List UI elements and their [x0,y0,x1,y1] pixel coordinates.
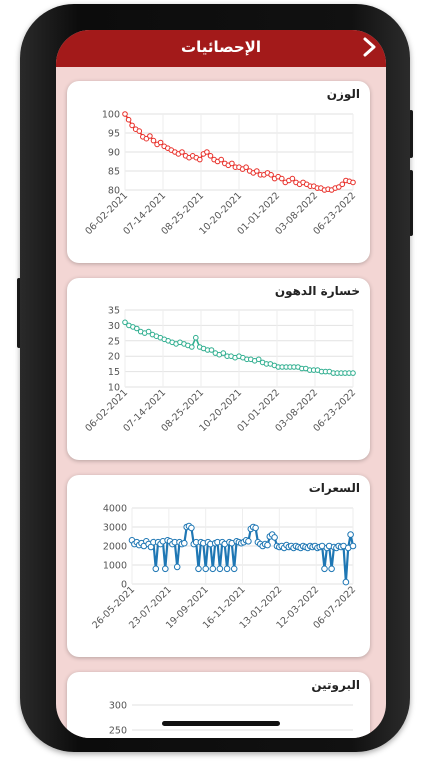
data-point [162,565,169,573]
y-tick-label: 3000 [103,523,127,534]
y-tick-label: 90 [108,148,120,159]
data-point [207,153,214,159]
data-point [125,116,132,123]
data-point [245,538,252,545]
data-point [173,563,181,571]
data-point [339,181,346,188]
home-indicator [162,721,280,726]
data-point [152,565,160,573]
data-point [195,565,202,573]
data-point [202,565,209,573]
data-point [216,565,224,573]
protein-chart-card: البروتين 200 250 300 [67,672,370,738]
protein-chart: 200250300 [109,701,353,737]
data-point [197,156,203,163]
fat-loss-chart: 10152025303506-02-202107-14-202108-25-20… [83,306,358,435]
data-point [328,565,335,573]
data-point [252,524,259,532]
y-tick-label: 300 [109,701,127,712]
data-point [189,344,195,350]
data-point [181,539,188,547]
data-point [268,172,274,178]
app-header: الإحصائيات [56,30,386,67]
y-tick-label: 35 [108,306,120,317]
data-point [223,565,231,573]
data-point [347,531,354,538]
data-point [350,179,356,186]
calories-chart: 0100020003000400026-05-202123-07-202119-… [90,504,358,632]
data-point [129,122,135,129]
y-tick-label: 25 [108,336,120,347]
data-point [157,139,164,146]
data-point [230,565,238,573]
data-point [193,334,199,341]
data-point [209,565,217,573]
chevron-right-icon[interactable] [360,36,380,58]
y-tick-label: 85 [108,167,120,178]
data-point [150,137,157,144]
y-tick-label: 4000 [103,504,127,515]
weight-chart: 8085909510006-02-202107-14-202108-25-202… [83,110,358,238]
data-point [349,542,357,550]
data-point [264,541,271,549]
fat-loss-chart-card: خسارة الدهون 10 15 20 25 30 35 06-02-2021 07-14… [67,278,370,460]
data-point [289,175,296,182]
data-point [342,578,350,586]
data-point [271,534,278,541]
data-point [188,524,195,532]
y-tick-label: 2000 [103,542,127,553]
data-point [350,370,356,376]
y-tick-label: 95 [108,129,120,140]
app-screen: الإحصائيات الوزن 80 85 90 95 100 06-02-2021 07… [56,30,386,738]
y-tick-label: 250 [109,726,127,737]
data-point [254,168,260,174]
data-point [204,149,210,155]
y-tick-label: 100 [102,110,120,121]
y-tick-label: 15 [108,367,120,378]
y-tick-label: 30 [108,321,120,332]
calories-chart-card: السعرات 0 1000 2000 3000 4000 26-05-2021 23-07… [67,475,370,657]
data-point [179,149,185,155]
data-point [243,164,249,170]
data-point [321,565,328,573]
data-point [279,175,285,182]
data-point [229,160,235,167]
data-point [122,111,128,117]
data-point [136,128,143,134]
y-tick-label: 20 [108,352,120,363]
y-tick-label: 1000 [103,561,127,572]
page-title: الإحصائيات [181,38,261,56]
data-point [218,156,224,163]
data-point [147,133,153,139]
weight-chart-card: الوزن 80 85 90 95 100 06-02-2021 07-14-2021 08-… [67,81,370,263]
